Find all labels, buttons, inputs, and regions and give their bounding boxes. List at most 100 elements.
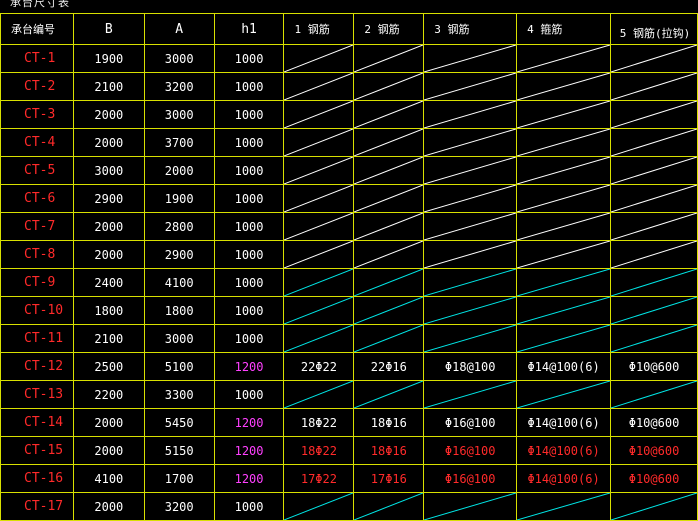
rebar-cell: 18Φ22 — [283, 436, 355, 465]
empty-cell-diagonal — [610, 240, 698, 269]
b-cell: 1800 — [72, 296, 145, 325]
cap-id-cell: CT-16 — [0, 464, 74, 493]
diagonal-slash — [611, 493, 697, 520]
table-row: CT-11 2100 3000 1000 — [0, 324, 698, 353]
diagonal-slash — [284, 269, 353, 296]
empty-cell-diagonal — [283, 44, 355, 73]
empty-cell-diagonal — [610, 268, 698, 297]
diagonal-slash — [284, 45, 353, 72]
empty-cell-diagonal — [283, 184, 355, 213]
cap-id-cell: CT-8 — [0, 240, 74, 269]
empty-cell-diagonal — [516, 324, 612, 353]
diagonal-slash — [517, 213, 610, 240]
diagonal-slash — [424, 381, 516, 408]
cap-id-cell: CT-14 — [0, 408, 74, 437]
h1-cell: 1200 — [213, 436, 285, 465]
a-cell: 1700 — [143, 464, 215, 493]
diagonal-slash — [611, 45, 697, 72]
empty-cell-diagonal — [283, 128, 355, 157]
diagonal-slash — [354, 73, 423, 100]
diagonal-slash — [354, 241, 423, 268]
diagonal-slash — [424, 241, 516, 268]
empty-cell-diagonal — [283, 72, 355, 101]
empty-cell-diagonal — [610, 44, 698, 73]
h1-cell: 1200 — [213, 408, 285, 437]
table-row: CT-1 1900 3000 1000 — [0, 44, 698, 73]
diagonal-slash — [354, 325, 423, 352]
diagonal-slash — [424, 129, 516, 156]
empty-cell-diagonal — [610, 212, 698, 241]
b-cell: 2000 — [72, 100, 145, 129]
diagonal-slash — [517, 381, 610, 408]
a-cell: 5450 — [143, 408, 215, 437]
diagonal-slash — [611, 297, 697, 324]
h1-cell: 1000 — [213, 72, 285, 101]
h1-cell: 1000 — [213, 268, 285, 297]
b-cell: 2500 — [72, 352, 145, 381]
empty-cell-diagonal — [516, 128, 612, 157]
cap-id-cell: CT-17 — [0, 492, 74, 521]
header-rebar-3: 3 钢筋 — [423, 13, 518, 45]
diagonal-slash — [354, 381, 423, 408]
empty-cell-diagonal — [353, 44, 425, 73]
empty-cell-diagonal — [423, 44, 518, 73]
pile-cap-table: 承台编号 B A h1 1 钢筋 2 钢筋 3 钢筋 4 箍筋 5 钢筋(拉钩)… — [0, 13, 698, 521]
a-cell: 2800 — [143, 212, 215, 241]
h1-cell: 1200 — [213, 352, 285, 381]
diagonal-slash — [284, 185, 353, 212]
empty-cell-diagonal — [283, 296, 355, 325]
empty-cell-diagonal — [283, 100, 355, 129]
h1-cell: 1000 — [213, 212, 285, 241]
a-cell: 5150 — [143, 436, 215, 465]
rebar-cell: 18Φ16 — [353, 436, 425, 465]
empty-cell-diagonal — [610, 156, 698, 185]
empty-cell-diagonal — [423, 156, 518, 185]
empty-cell-diagonal — [423, 240, 518, 269]
diagonal-slash — [424, 297, 516, 324]
table-row: CT-5 3000 2000 1000 — [0, 156, 698, 185]
table-row: CT-6 2900 1900 1000 — [0, 184, 698, 213]
h1-cell: 1000 — [213, 100, 285, 129]
cap-id-cell: CT-10 — [0, 296, 74, 325]
diagonal-slash — [284, 73, 353, 100]
empty-cell-diagonal — [423, 380, 518, 409]
diagonal-slash — [424, 325, 516, 352]
h1-cell: 1000 — [213, 128, 285, 157]
diagonal-slash — [424, 45, 516, 72]
table-row: CT-16 4100 1700 1200 17Φ22 17Φ16 Φ16@100 Φ14@10… — [0, 464, 698, 493]
diagonal-slash — [611, 241, 697, 268]
table-row: CT-12 2500 5100 1200 22Φ22 22Φ16 Φ18@100 Φ14@10… — [0, 352, 698, 381]
diagonal-slash — [354, 297, 423, 324]
diagonal-slash — [354, 493, 423, 520]
rebar-cell: 22Φ22 — [283, 352, 355, 381]
diagonal-slash — [517, 101, 610, 128]
empty-cell-diagonal — [423, 128, 518, 157]
empty-cell-diagonal — [610, 184, 698, 213]
a-cell: 3000 — [143, 324, 215, 353]
empty-cell-diagonal — [516, 492, 612, 521]
table-row: CT-7 2000 2800 1000 — [0, 212, 698, 241]
empty-cell-diagonal — [353, 492, 425, 521]
empty-cell-diagonal — [610, 128, 698, 157]
a-cell: 3000 — [143, 44, 215, 73]
cap-id-cell: CT-12 — [0, 352, 74, 381]
table-row: CT-9 2400 4100 1000 — [0, 268, 698, 297]
b-cell: 2200 — [72, 380, 145, 409]
empty-cell-diagonal — [516, 100, 612, 129]
diagonal-slash — [517, 129, 610, 156]
rebar-cell: Φ14@100(6) — [516, 408, 612, 437]
diagonal-slash — [611, 269, 697, 296]
diagonal-slash — [611, 185, 697, 212]
h1-cell: 1000 — [213, 184, 285, 213]
empty-cell-diagonal — [283, 268, 355, 297]
h1-cell: 1000 — [213, 156, 285, 185]
diagonal-slash — [284, 213, 353, 240]
empty-cell-diagonal — [353, 184, 425, 213]
empty-cell-diagonal — [516, 296, 612, 325]
empty-cell-diagonal — [353, 128, 425, 157]
h1-cell: 1000 — [213, 240, 285, 269]
table-row: CT-14 2000 5450 1200 18Φ22 18Φ16 Φ16@100 Φ14@10… — [0, 408, 698, 437]
table-row: CT-3 2000 3000 1000 — [0, 100, 698, 129]
a-cell: 2900 — [143, 240, 215, 269]
diagonal-slash — [424, 157, 516, 184]
